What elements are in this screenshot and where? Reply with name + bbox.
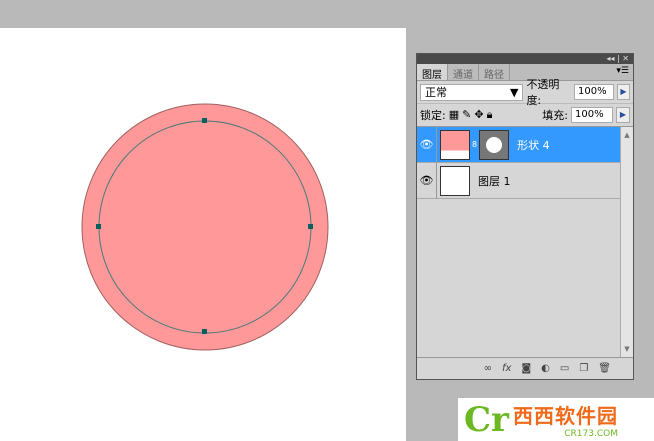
blend-mode-value: 正常	[425, 86, 447, 99]
layer-thumbnail	[440, 129, 470, 160]
opacity-input[interactable]: 100%	[574, 84, 614, 100]
layer-name: 形状 4	[517, 138, 550, 152]
trash-icon[interactable]: 🗑︎	[598, 363, 611, 374]
new-layer-icon[interactable]: ❐	[579, 363, 588, 374]
logo-mark: Cr	[464, 399, 509, 440]
layer-name: 图层 1	[478, 174, 511, 188]
layers-panel: ◂◂ | ✕ 图层 通道 路径 ▾☰ 正常 ▼ 不透明度: 100% ▶ 锁定: …	[416, 53, 634, 380]
brand-url: CR173.COM	[564, 429, 618, 439]
vector-mask-thumbnail[interactable]	[479, 129, 510, 160]
link-icon[interactable]: 8	[472, 140, 477, 149]
fill-slider-button[interactable]: ▶	[616, 106, 630, 123]
layers-list: 👁︎ 8 形状 4 👁︎ 图层 1 ▲ ▼	[417, 126, 633, 357]
chevron-down-icon: ▼	[509, 85, 519, 99]
folder-icon[interactable]: ▭	[560, 363, 569, 374]
lock-label: 锁定:	[420, 108, 446, 122]
opacity-slider-button[interactable]: ▶	[616, 84, 630, 100]
tab-channels[interactable]: 通道	[448, 64, 479, 81]
panel-titlebar: ◂◂ | ✕	[417, 54, 633, 64]
layer-thumbnail	[440, 165, 470, 196]
fill-input[interactable]: 100%	[571, 106, 613, 123]
mask-icon[interactable]: ◙	[521, 363, 531, 374]
layer-row[interactable]: 👁︎ 8 形状 4	[417, 126, 620, 163]
blend-mode-select[interactable]: 正常 ▼	[420, 83, 524, 101]
layer-row[interactable]: 👁︎ 图层 1	[417, 162, 620, 199]
lock-brush-icon[interactable]: ✎	[462, 108, 471, 121]
lock-move-icon[interactable]: ✥	[474, 108, 483, 121]
circle-shape	[81, 103, 329, 351]
opacity-label: 不透明度:	[526, 78, 560, 107]
lock-all-icon[interactable]: 🔒︎	[487, 108, 493, 122]
fx-icon[interactable]: fx	[502, 363, 511, 374]
brand-name: 西西软件园	[512, 404, 618, 428]
link-icon[interactable]: ∞	[484, 363, 492, 374]
document-canvas[interactable]	[0, 28, 406, 441]
lock-transparency-icon[interactable]: ▦	[449, 108, 459, 121]
visibility-eye-icon[interactable]: 👁︎	[417, 162, 437, 199]
fill-label: 填充:	[542, 108, 568, 122]
watermark-logo: Cr 西西软件园 CR173.COM	[458, 398, 654, 441]
panel-menu-icon[interactable]: ▾☰	[612, 64, 633, 80]
adjustment-icon[interactable]: ◐	[541, 363, 550, 374]
tab-layers[interactable]: 图层	[417, 64, 448, 81]
visibility-eye-icon[interactable]: 👁︎	[417, 126, 437, 163]
layers-scrollbar[interactable]: ▲ ▼	[620, 127, 633, 357]
tab-paths[interactable]: 路径	[479, 64, 510, 81]
